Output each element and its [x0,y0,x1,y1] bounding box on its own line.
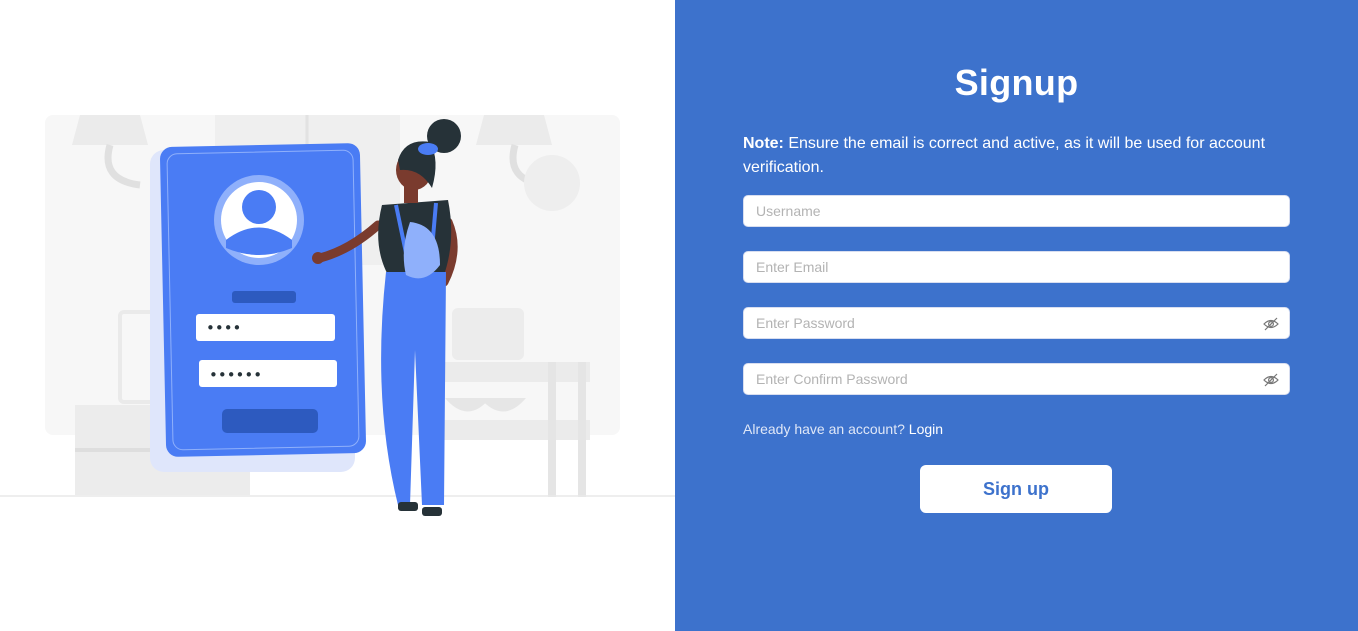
signup-page: •••• •••••• Signup Note: Ensure the emai… [0,0,1358,631]
confirm-password-field [743,363,1290,395]
pot [452,308,524,360]
eye-slash-icon[interactable] [1263,316,1279,332]
username-field [743,195,1290,227]
login-link[interactable]: Login [909,421,943,437]
note-label: Note: [743,135,784,152]
signup-button[interactable]: Sign up [920,465,1112,513]
note-text: Ensure the email is correct and active, … [743,135,1266,176]
illustration-panel: •••• •••••• [0,0,675,631]
shelf-top [440,362,590,382]
confirm-password-input[interactable] [744,364,1289,394]
phone-submit-button [222,409,318,433]
email-input[interactable] [744,252,1289,282]
avatar-head [242,190,276,224]
email-field [743,251,1290,283]
phone-password-text: •••••• [209,366,262,384]
username-input[interactable] [744,196,1289,226]
signup-illustration: •••• •••••• [0,115,675,516]
verification-note: Note: Ensure the email is correct and ac… [743,132,1293,180]
login-prompt-text: Already have an account? [743,421,909,437]
eye-slash-icon[interactable] [1263,372,1279,388]
password-input[interactable] [744,308,1289,338]
lamp-right [476,115,552,145]
signup-panel: Signup Note: Ensure the email is correct… [675,0,1358,631]
phone-pin-text: •••• [206,319,241,337]
page-title: Signup [954,62,1079,103]
login-prompt: Already have an account? Login [743,421,943,437]
password-field [743,307,1290,339]
phone-label-bar [232,291,296,303]
lamp-left [72,115,148,145]
